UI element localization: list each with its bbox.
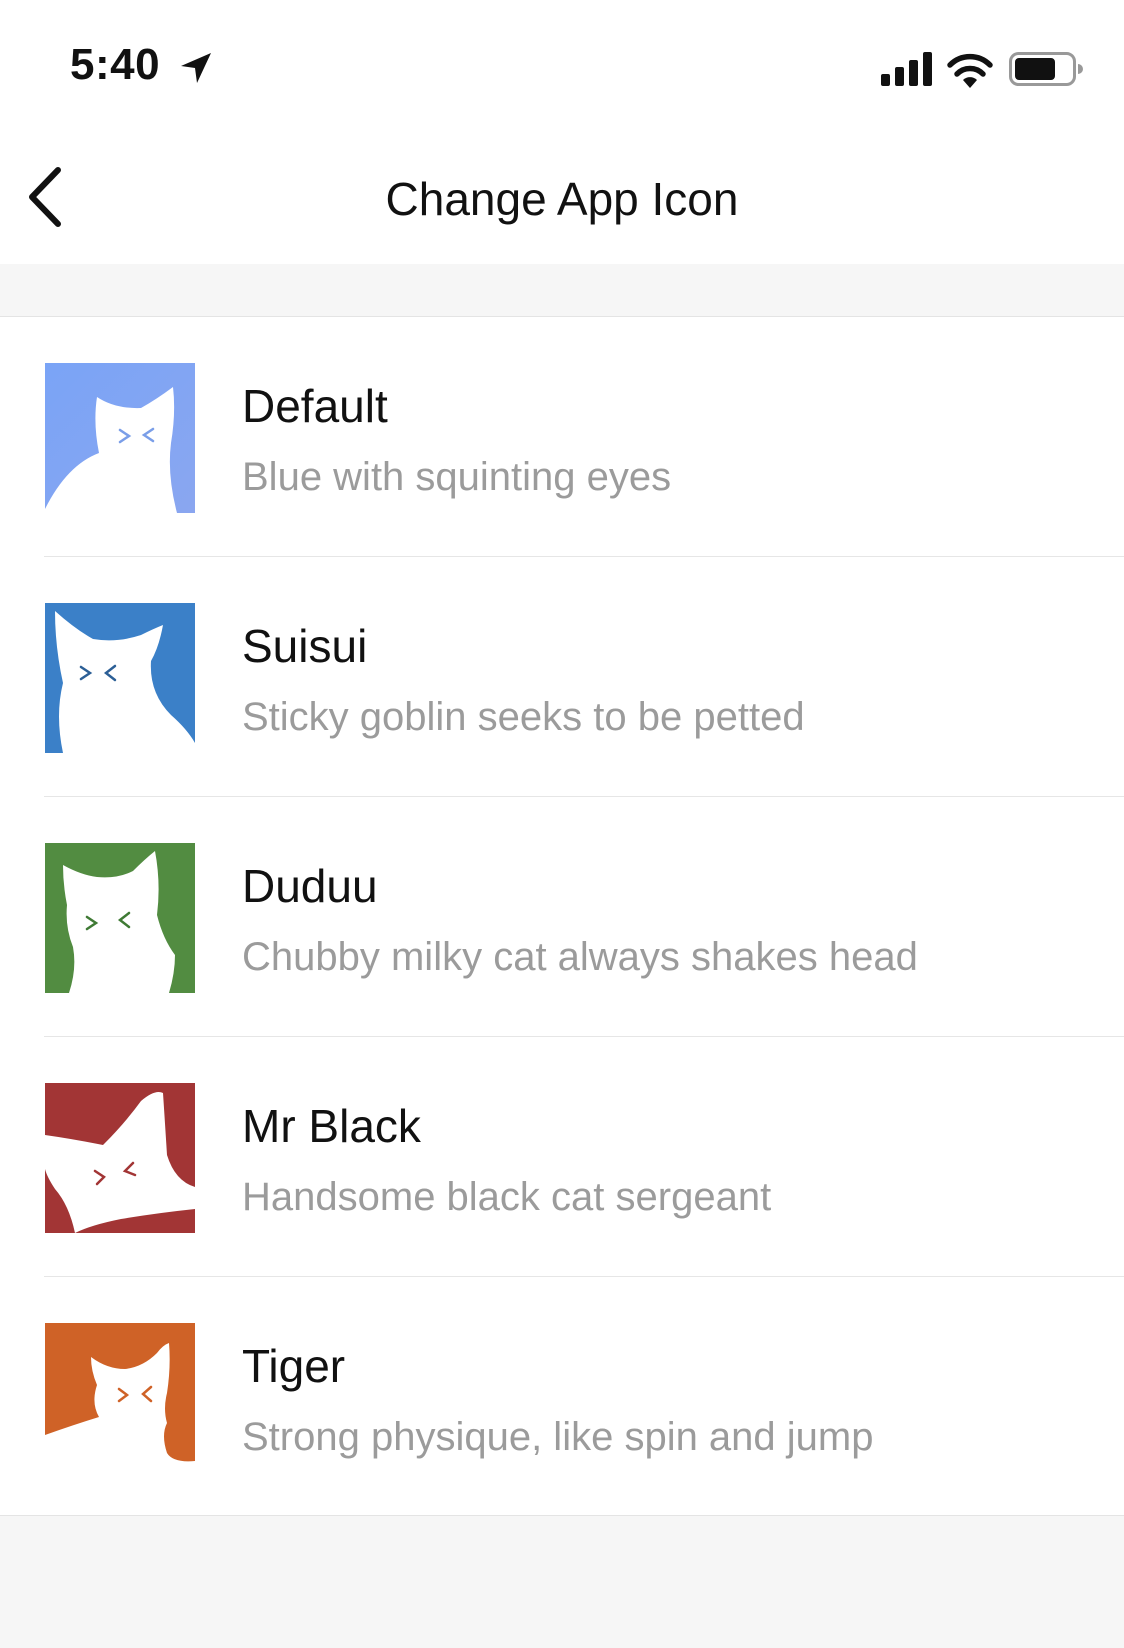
icon-option-subtitle: Strong physique, like spin and jump (242, 1415, 874, 1459)
cat-icon-tiger (45, 1323, 195, 1473)
icon-option-title: Duduu (242, 860, 378, 912)
status-time: 5:40 (70, 40, 161, 89)
cellular-signal-icon (881, 52, 932, 86)
icon-option-title: Suisui (242, 620, 368, 672)
icon-option-mr-black[interactable]: Mr Black Handsome black cat sergeant (0, 1037, 1124, 1277)
navigation-bar: Change App Icon (0, 130, 1124, 264)
cat-icon-mr-black (45, 1083, 195, 1233)
icon-option-title: Default (242, 380, 388, 432)
icon-option-subtitle: Handsome black cat sergeant (242, 1175, 772, 1219)
icon-option-subtitle: Blue with squinting eyes (242, 455, 672, 499)
icon-option-title: Mr Black (242, 1100, 421, 1152)
icon-option-duduu[interactable]: Duduu Chubby milky cat always shakes hea… (0, 797, 1124, 1037)
icon-option-title: Tiger (242, 1340, 346, 1392)
wifi-icon (947, 53, 993, 88)
cat-icon-duduu (45, 843, 195, 993)
icon-option-tiger[interactable]: Tiger Strong physique, like spin and jum… (0, 1277, 1124, 1517)
icon-option-default[interactable]: Default Blue with squinting eyes (0, 317, 1124, 557)
status-bar: 5:40 (0, 0, 1124, 130)
location-arrow-icon (181, 53, 211, 83)
icon-option-suisui[interactable]: Suisui Sticky goblin seeks to be petted (0, 557, 1124, 797)
battery-icon (1009, 52, 1083, 86)
app-icon-list: Default Blue with squinting eyes Suisui … (0, 316, 1124, 1516)
icon-option-subtitle: Sticky goblin seeks to be petted (242, 695, 805, 739)
cat-icon-suisui (45, 603, 195, 753)
page-title: Change App Icon (385, 173, 739, 225)
cat-icon-default (45, 363, 195, 513)
icon-option-subtitle: Chubby milky cat always shakes head (242, 935, 918, 979)
